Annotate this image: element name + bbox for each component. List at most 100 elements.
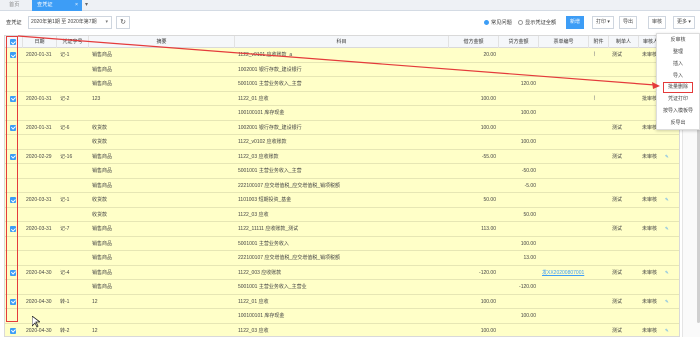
paperclip-icon[interactable]: ⌇ <box>593 92 607 106</box>
cell-date <box>23 309 57 323</box>
cell-debit: 50.00 <box>483 197 496 203</box>
cell-account: 1002001 银行存款_建设银行 <box>238 124 302 131</box>
radio-icon <box>518 20 523 26</box>
more-button-label: 更多 <box>677 19 688 25</box>
table-row[interactable]: 销售商品 5001001 主营业务收入_主营 120.00 <box>5 77 679 92</box>
row-actions-icon[interactable]: ✎ <box>665 222 679 236</box>
table-row[interactable]: 销售商品 222100107 应交增值税_应交增值税_销项税额 13.00 <box>5 251 679 266</box>
new-button[interactable]: 新增 <box>566 16 584 29</box>
paperclip-icon[interactable]: ⌇ <box>593 48 607 62</box>
refresh-icon: ↻ <box>120 19 126 26</box>
table-row[interactable]: 销售商品 222100107 应交增值税_应交增值税_销项税额 -5.00 <box>5 178 679 193</box>
table-row[interactable]: 2020-03-31 记-7 销售商品 1122_11111 应收账款_测试 113.0… <box>5 222 679 237</box>
menu-item[interactable]: 反审核 <box>657 34 699 46</box>
cell-credit: -120.00 <box>519 284 536 290</box>
table-row[interactable]: 2020-03-31 记-1 收货款 1101003 短期投资_基金 50.00 测试 未审… <box>5 193 679 208</box>
cell-account: 1101003 短期投资_基金 <box>238 197 292 203</box>
cell-debit <box>449 237 499 251</box>
cell-debit: 100.00 <box>480 298 496 305</box>
table-row[interactable]: 2020-01-31 记-1 销售商品 1122_v0101 应收账款_a 20.00 测… <box>5 48 679 63</box>
col-voucher-no[interactable]: 凭证字号 <box>57 36 89 48</box>
cell-voucher-no <box>57 179 89 193</box>
period-select[interactable]: 2020年第1期 至 2020年第7期 ▾ <box>28 16 112 29</box>
cell-summary: 销售商品 <box>92 81 113 87</box>
tab-voucher-query[interactable]: 查凭证 × <box>32 0 82 11</box>
toolbar: 查凭证 2020年第1期 至 2020年第7期 ▾ ↻ 常见问题 显示凭证全额 … <box>0 13 700 33</box>
table-row[interactable]: 销售商品 1002001 银行存款_建设银行 <box>5 62 679 77</box>
menu-item[interactable]: 插入 <box>657 58 699 70</box>
cell-credit: 100.00 <box>520 240 536 247</box>
cell-ref <box>539 280 589 294</box>
cell-auditor: 未审核 <box>642 327 658 334</box>
cell-voucher-no: 记-4 <box>60 269 70 276</box>
menu-item[interactable]: 反导出 <box>657 117 699 129</box>
cell-credit: 100.00 <box>520 313 536 319</box>
refresh-button[interactable]: ↻ <box>116 16 130 29</box>
cell-account: 5001001 主营业务收入 <box>238 240 289 247</box>
table-row[interactable]: 2020-04-30 转-2 12 1122_03 应收 100.00 测试 未审核 ✎ <box>5 323 679 337</box>
table-row[interactable]: 销售商品 5001001 主营业务收入 100.00 <box>5 236 679 251</box>
menu-item[interactable]: 按导入模板导 <box>657 105 699 117</box>
table-row[interactable]: 收货款 1122_03 应收 50.00 <box>5 207 679 222</box>
voucher-table: 日期 凭证字号 摘要 科目 借方金额 贷方金额 票单编号 附件 制单人 审核人 … <box>4 35 680 337</box>
cell-maker <box>609 135 639 149</box>
more-button[interactable]: 更多 ▾ <box>673 16 695 29</box>
cell-date <box>23 208 57 222</box>
menu-item[interactable]: 批量删除 <box>663 82 693 93</box>
table-row[interactable]: 2020-02-29 记-16 销售商品 1122_03 应收账款 -55.00 测试 未审… <box>5 149 679 164</box>
row-actions-icon[interactable]: ✎ <box>665 150 679 164</box>
close-icon[interactable]: × <box>75 0 78 11</box>
cell-auditor <box>639 237 663 251</box>
checkbox-icon[interactable] <box>10 327 16 334</box>
cell-summary: 销售商品 <box>92 240 113 247</box>
table-row[interactable]: 2020-04-30 转-1 12 1122_01 应收 100.00 测试 未审核 ✎ <box>5 294 679 309</box>
cell-maker <box>609 179 639 193</box>
cell-voucher-no: 转-2 <box>60 327 70 334</box>
cell-auditor <box>639 208 663 222</box>
table-row[interactable]: 收货款 1122_v0102 应收账款 100.00 <box>5 135 679 150</box>
cell-voucher-no <box>57 77 89 91</box>
cell-maker <box>609 164 639 178</box>
row-actions-icon[interactable]: ✎ <box>665 324 679 337</box>
cell-debit <box>449 106 499 120</box>
cell-auditor <box>639 309 663 323</box>
col-credit: 贷方金额 <box>499 36 539 48</box>
row-actions-icon[interactable]: ✎ <box>665 295 679 309</box>
col-date[interactable]: 日期 <box>23 36 57 48</box>
table-row[interactable]: 2020-01-31记-21231122_01 应收100.00批审核⌇✎ <box>5 91 679 106</box>
cell-account: 222100107 应交增值税_应交增值税_销项税额 <box>238 182 340 189</box>
cell-voucher-no <box>57 208 89 222</box>
chevron-down-icon[interactable]: ▾ <box>85 0 88 11</box>
row-actions-icon[interactable]: ✎ <box>665 193 679 207</box>
table-row[interactable]: 2020-04-30 记-4 销售商品 1122_003 应收账款 -120.00 发XX… <box>5 265 679 280</box>
cell-auditor: 未审核 <box>642 197 658 203</box>
cell-credit <box>499 324 539 337</box>
print-button[interactable]: 打印 ▾ <box>592 16 614 29</box>
cell-date: 2020-03-31 <box>26 226 52 232</box>
table-row[interactable]: 销售商品 5001001 主营业务收入_主营业 -120.00 <box>5 280 679 295</box>
table-row[interactable]: 2020-01-31 记-6 收货款 1002001 银行存款_建设银行 100.00 测… <box>5 120 679 135</box>
cell-maker: 测试 <box>612 327 623 334</box>
table-row[interactable]: 100100101 库存现金 100.00 <box>5 309 679 324</box>
audit-button[interactable]: 审核 <box>648 16 666 29</box>
menu-item[interactable]: 导入 <box>657 70 699 82</box>
cell-account: 1122_03 应收 <box>238 211 269 218</box>
option-show-all[interactable]: 显示凭证全额 <box>518 19 556 26</box>
menu-item[interactable]: 整理 <box>657 46 699 58</box>
cell-debit <box>449 77 499 91</box>
option-errors[interactable]: 常见问题 <box>484 19 512 26</box>
cell-maker <box>609 251 639 265</box>
menu-item[interactable]: 凭证打印 <box>657 93 699 105</box>
cell-maker: 测试 <box>612 153 623 160</box>
table-row[interactable]: 销售商品 5001001 主营业务收入_主营 -50.00 <box>5 164 679 179</box>
export-button[interactable]: 导出 <box>619 16 637 29</box>
row-actions-icon[interactable]: ✎ <box>665 266 679 280</box>
tab-home[interactable]: 首页 <box>4 0 24 11</box>
cell-summary: 销售商品 <box>92 168 113 174</box>
cell-ref <box>539 48 589 62</box>
cell-ref[interactable]: 发XX20200807001 <box>539 266 589 280</box>
cell-date <box>23 77 57 91</box>
cell-maker <box>609 77 639 91</box>
cell-date <box>23 164 57 178</box>
table-row[interactable]: 100100101 库存现金 100.00 <box>5 106 679 121</box>
